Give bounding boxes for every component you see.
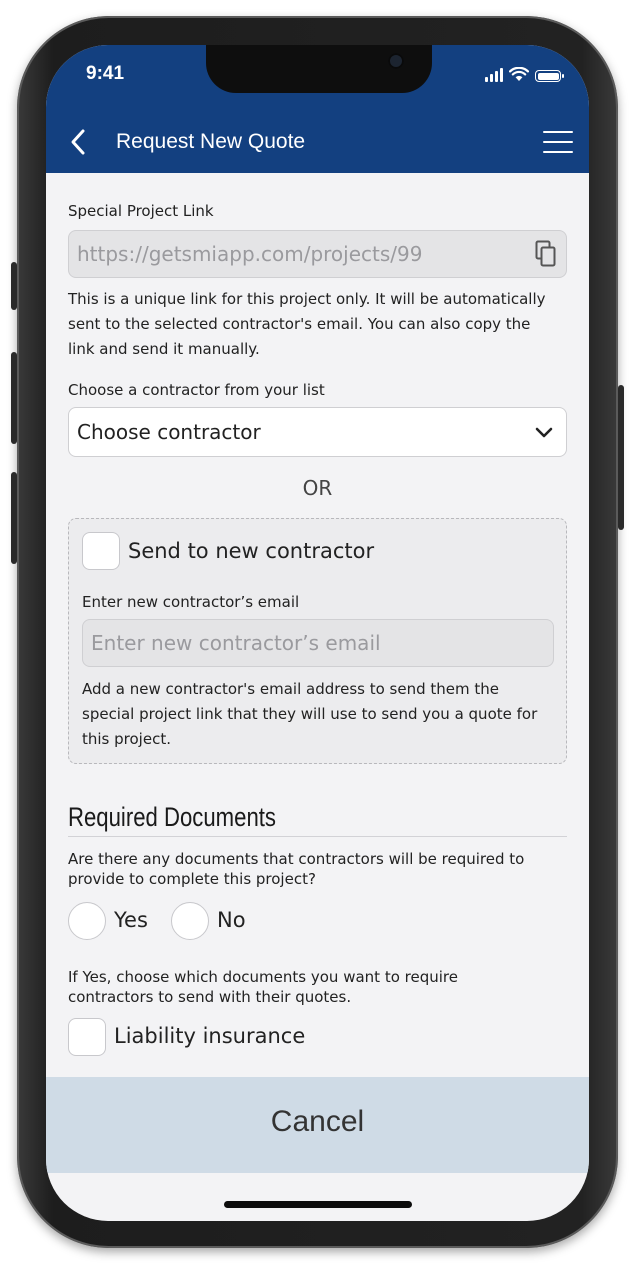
power-button xyxy=(618,385,624,530)
project-link-label: Special Project Link xyxy=(68,202,214,220)
back-arrow-icon[interactable] xyxy=(66,127,90,157)
or-divider: OR xyxy=(302,476,333,500)
liability-insurance-checkbox[interactable] xyxy=(68,1018,106,1056)
email-placeholder: Enter new contractor’s email xyxy=(91,631,381,655)
cancel-button[interactable]: Cancel xyxy=(46,1077,589,1173)
radio-no-label: No xyxy=(217,908,246,932)
camera-icon xyxy=(388,53,404,69)
documents-instruction: contractors to send with their quotes. xyxy=(68,988,352,1006)
app-header: 9:41 Request New Quote xyxy=(46,45,589,173)
copy-icon[interactable] xyxy=(535,240,557,268)
new-contractor-email-input[interactable]: Enter new contractor’s email xyxy=(82,619,554,667)
required-documents-title: Required Documents xyxy=(68,802,276,832)
wifi-icon xyxy=(509,67,529,81)
page-title: Request New Quote xyxy=(116,130,306,153)
send-new-contractor-label: Send to new contractor xyxy=(128,539,375,563)
radio-yes-label: Yes xyxy=(114,908,148,932)
hamburger-menu-icon[interactable] xyxy=(543,131,573,153)
battery-icon xyxy=(535,70,564,82)
volume-up-button xyxy=(11,352,17,444)
status-time: 9:41 xyxy=(86,63,125,84)
project-link-help-line: link and send it manually. xyxy=(68,340,260,358)
project-link-field[interactable]: https://getsmiapp.com/projects/99 xyxy=(68,230,567,278)
new-contractor-help-line: Add a new contractor's email address to … xyxy=(82,680,500,698)
new-contractor-panel: Send to new contractor Enter new contrac… xyxy=(68,518,567,764)
home-indicator[interactable] xyxy=(224,1201,412,1208)
contractor-select-label: Choose a contractor from your list xyxy=(68,381,325,399)
new-contractor-help-line: this project. xyxy=(82,730,171,748)
new-contractor-help-line: special project link that they will use … xyxy=(82,705,538,723)
signal-icon xyxy=(485,68,503,82)
send-new-contractor-checkbox[interactable] xyxy=(82,532,120,570)
radio-no[interactable] xyxy=(171,902,209,940)
project-link-help-line: sent to the selected contractor's email.… xyxy=(68,315,531,333)
contractor-select[interactable]: Choose contractor xyxy=(68,407,567,457)
required-documents-question: provide to complete this project? xyxy=(68,870,316,888)
project-link-value: https://getsmiapp.com/projects/99 xyxy=(77,242,423,266)
radio-yes[interactable] xyxy=(68,902,106,940)
silent-switch xyxy=(11,262,17,310)
status-icons xyxy=(485,67,564,82)
project-link-help-line: This is a unique link for this project o… xyxy=(68,290,546,308)
cancel-button-label: Cancel xyxy=(270,1105,365,1138)
volume-down-button xyxy=(11,472,17,564)
screen: 9:41 Request New Quote Special Project L… xyxy=(46,45,589,1221)
notch xyxy=(206,45,432,93)
liability-insurance-label: Liability insurance xyxy=(114,1024,306,1048)
chevron-down-icon xyxy=(535,427,553,438)
contractor-select-value: Choose contractor xyxy=(77,420,261,444)
new-contractor-email-label: Enter new contractor’s email xyxy=(82,593,300,611)
section-divider xyxy=(68,836,567,837)
